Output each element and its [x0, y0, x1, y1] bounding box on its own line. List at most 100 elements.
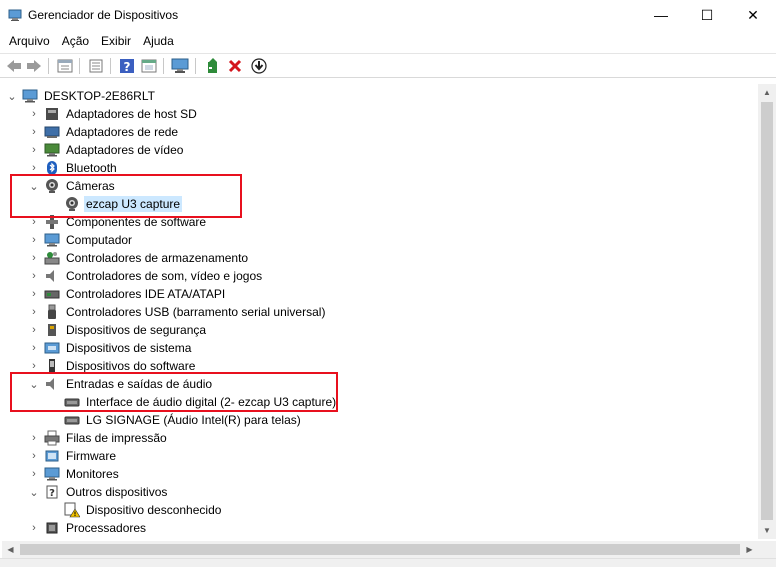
tree-item-ide[interactable]: › Controladores IDE ATA/ATAPI [28, 285, 227, 303]
tree-item-monitors[interactable]: › Monitores [28, 465, 121, 483]
highlight-box-audio [10, 372, 338, 412]
chevron-right-icon[interactable]: › [28, 519, 40, 537]
highlight-box-cameras [10, 174, 242, 218]
toolbar: ? [0, 53, 776, 78]
title-bar: Gerenciador de Dispositivos — ☐ ✕ [0, 0, 776, 30]
tree-item-display[interactable]: › Adaptadores de vídeo [28, 141, 185, 159]
chevron-right-icon[interactable]: › [28, 321, 40, 339]
chevron-right-icon[interactable]: › [28, 105, 40, 123]
properties-icon[interactable] [55, 56, 75, 76]
tree-item-label: Controladores IDE ATA/ATAPI [66, 287, 226, 301]
chevron-right-icon[interactable]: › [28, 339, 40, 357]
tree-item-label: Filas de impressão [66, 431, 167, 445]
storage-controller-icon [44, 250, 60, 266]
chevron-right-icon[interactable]: › [28, 249, 40, 267]
update-driver-icon[interactable] [86, 56, 106, 76]
device-tree: ⌄ DESKTOP-2E86RLT › Adaptadores de host … [2, 84, 758, 539]
security-device-icon [44, 322, 60, 338]
print-queue-icon [44, 430, 60, 446]
system-device-icon [44, 340, 60, 356]
tree-item-other-devices[interactable]: ⌄ ? Outros dispositivos [28, 483, 169, 501]
tree-item-label: Controladores USB (barramento serial uni… [66, 305, 326, 319]
tree-item-computer[interactable]: › Computador [28, 231, 134, 249]
help-icon[interactable]: ? [117, 56, 137, 76]
horizontal-scrollbar[interactable]: ◀ ▶ [2, 541, 758, 558]
tree-item-label: Controladores de armazenamento [66, 251, 249, 265]
tree-item-storage[interactable]: › Controladores de armazenamento [28, 249, 250, 267]
toolbar-separator [79, 58, 80, 74]
view-icon[interactable] [139, 56, 159, 76]
sd-host-icon [44, 106, 60, 122]
tree-item-sound[interactable]: › Controladores de som, vídeo e jogos [28, 267, 264, 285]
chevron-right-icon[interactable]: › [28, 123, 40, 141]
forward-arrow-icon[interactable] [24, 56, 44, 76]
chevron-down-icon[interactable]: ⌄ [6, 87, 18, 105]
processor-icon [44, 520, 60, 536]
tree-item-label: Dispositivo desconhecido [86, 503, 222, 517]
tree-item-label: Outros dispositivos [66, 485, 168, 499]
tree-item-security[interactable]: › Dispositivos de segurança [28, 321, 208, 339]
tree-child-lg-signage[interactable]: LG SIGNAGE (Áudio Intel(R) para telas) [64, 411, 303, 429]
menu-arquivo[interactable]: Arquivo [3, 30, 56, 52]
tree-item-label: Adaptadores de rede [66, 125, 179, 139]
tree-item-processors[interactable]: › Processadores [28, 519, 148, 537]
toolbar-separator [195, 58, 196, 74]
add-driver-icon[interactable] [203, 56, 223, 76]
sound-icon [44, 268, 60, 284]
monitor-icon [44, 466, 60, 482]
chevron-right-icon[interactable]: › [28, 231, 40, 249]
scan-hardware-icon[interactable] [170, 56, 190, 76]
tree-item-network[interactable]: › Adaptadores de rede [28, 123, 180, 141]
scroll-right-icon[interactable]: ▶ [741, 541, 758, 558]
display-adapter-icon [44, 142, 60, 158]
menu-acao[interactable]: Ação [56, 30, 95, 52]
chevron-right-icon[interactable]: › [28, 429, 40, 447]
svg-text:?: ? [49, 488, 55, 499]
tree-item-label: Adaptadores de host SD [66, 107, 197, 121]
back-arrow-icon[interactable] [4, 56, 24, 76]
chevron-down-icon[interactable]: ⌄ [28, 483, 40, 501]
minimize-button[interactable]: — [638, 0, 684, 30]
tree-root-label: DESKTOP-2E86RLT [44, 89, 155, 103]
chevron-right-icon[interactable]: › [28, 447, 40, 465]
vertical-scrollbar[interactable]: ▲ ▼ [758, 84, 776, 539]
tree-item-label: Monitores [66, 467, 119, 481]
uninstall-icon[interactable] [225, 56, 245, 76]
maximize-button[interactable]: ☐ [684, 0, 730, 30]
scroll-left-icon[interactable]: ◀ [2, 541, 19, 558]
chevron-right-icon[interactable]: › [28, 303, 40, 321]
menu-ajuda[interactable]: Ajuda [137, 30, 180, 52]
tree-item-firmware[interactable]: › Firmware [28, 447, 118, 465]
toolbar-separator [110, 58, 111, 74]
tree-item-sd-host[interactable]: › Adaptadores de host SD [28, 105, 199, 123]
toolbar-separator [48, 58, 49, 74]
chevron-right-icon[interactable]: › [28, 141, 40, 159]
tree-item-print-queues[interactable]: › Filas de impressão [28, 429, 169, 447]
tree-item-system[interactable]: › Dispositivos de sistema [28, 339, 193, 357]
horizontal-scroll-thumb[interactable] [20, 544, 740, 555]
scroll-down-icon[interactable]: ▼ [758, 522, 776, 539]
close-button[interactable]: ✕ [730, 0, 776, 30]
tree-item-label: Controladores de som, vídeo e jogos [66, 269, 263, 283]
download-icon[interactable] [249, 56, 269, 76]
device-manager-app-icon [8, 8, 22, 22]
chevron-right-icon[interactable]: › [28, 267, 40, 285]
tree-root[interactable]: ⌄ DESKTOP-2E86RLT [6, 87, 157, 105]
tree-item-label: Computador [66, 233, 133, 247]
scroll-up-icon[interactable]: ▲ [758, 84, 776, 101]
tree-item-label: Dispositivos de segurança [66, 323, 207, 337]
tree-item-label: Processadores [66, 521, 147, 535]
firmware-icon [44, 448, 60, 464]
tree-item-label: LG SIGNAGE (Áudio Intel(R) para telas) [86, 413, 301, 427]
chevron-right-icon[interactable]: › [28, 465, 40, 483]
usb-icon [44, 304, 60, 320]
menu-exibir[interactable]: Exibir [95, 30, 137, 52]
tree-child-unknown-device[interactable]: Dispositivo desconhecido [64, 501, 223, 519]
computer-icon [22, 88, 38, 104]
chevron-right-icon[interactable]: › [28, 285, 40, 303]
unknown-device-warning-icon [64, 502, 80, 518]
network-adapter-icon [44, 124, 60, 140]
tree-item-usb[interactable]: › Controladores USB (barramento serial u… [28, 303, 327, 321]
tree-item-label: Adaptadores de vídeo [66, 143, 184, 157]
vertical-scroll-thumb[interactable] [761, 102, 773, 520]
